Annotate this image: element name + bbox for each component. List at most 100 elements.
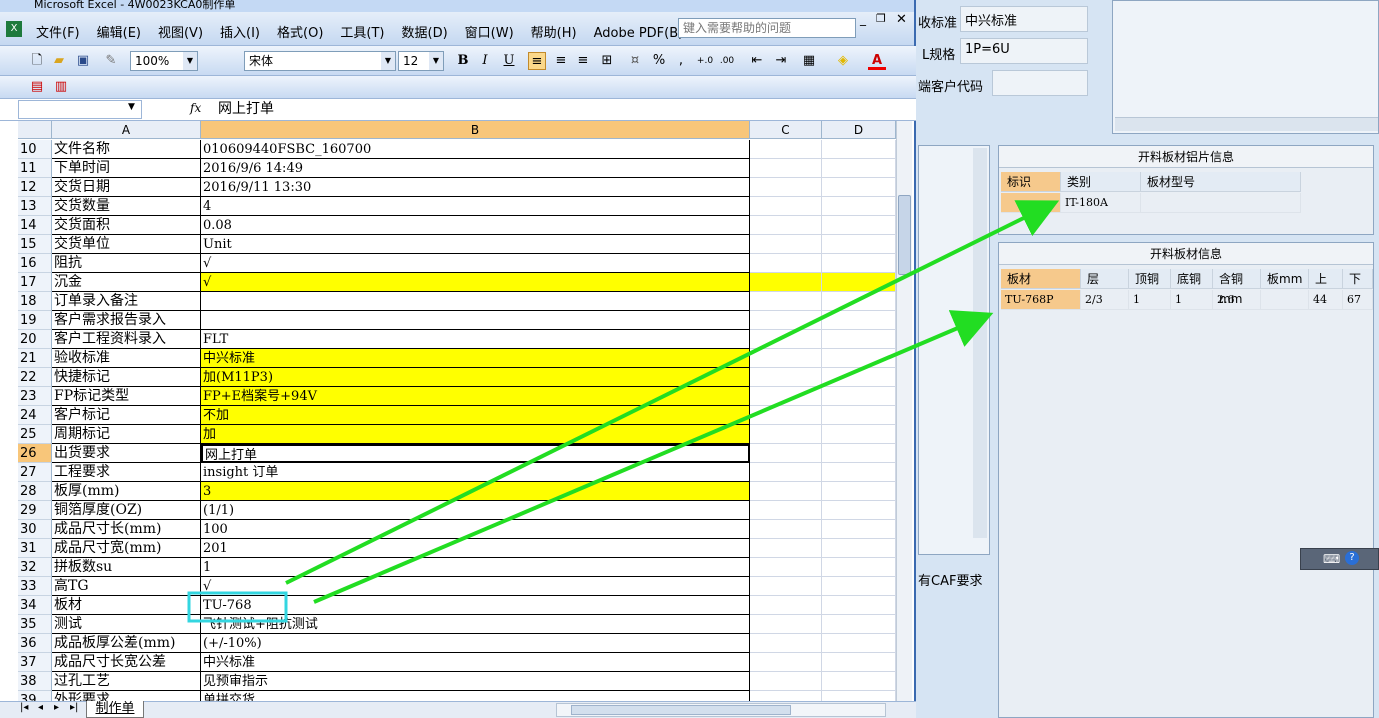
cell-c[interactable]	[750, 197, 822, 216]
row-value[interactable]: TU-768	[201, 596, 750, 615]
cell-c[interactable]	[750, 482, 822, 501]
board-cell-up[interactable]: 44	[1309, 290, 1343, 310]
foil-cell-type[interactable]: IT-180A	[1061, 193, 1141, 213]
select-all-corner[interactable]	[18, 121, 52, 139]
align-left-icon[interactable]: ≡	[528, 52, 546, 70]
cell-c[interactable]	[750, 349, 822, 368]
cell-d[interactable]	[822, 691, 896, 701]
menu-edit[interactable]: 编辑(E)	[97, 22, 141, 41]
minimize-icon[interactable]: _	[860, 12, 866, 26]
row-value[interactable]: 2016/9/11 13:30	[201, 178, 750, 197]
percent-button[interactable]: %	[650, 52, 668, 70]
cell-d[interactable]	[822, 311, 896, 330]
cell-c[interactable]	[750, 558, 822, 577]
row-number[interactable]: 13	[18, 197, 52, 216]
cell-c[interactable]	[750, 159, 822, 178]
row-label[interactable]: 沉金	[52, 273, 201, 292]
board-cell-down[interactable]: 67	[1343, 290, 1373, 310]
menu-insert[interactable]: 插入(I)	[220, 22, 260, 41]
row-number[interactable]: 35	[18, 615, 52, 634]
row-label[interactable]: 测试	[52, 615, 201, 634]
row-number[interactable]: 24	[18, 406, 52, 425]
cell-d[interactable]	[822, 406, 896, 425]
cell-d[interactable]	[822, 197, 896, 216]
row-label[interactable]: 客户工程资料录入	[52, 330, 201, 349]
row-value[interactable]	[201, 292, 750, 311]
cell-d[interactable]	[822, 444, 896, 463]
size-select[interactable]: 12 ▼	[398, 51, 444, 71]
board-cell-board[interactable]	[1261, 290, 1309, 310]
row-number[interactable]: 34	[18, 596, 52, 615]
row-number[interactable]: 37	[18, 653, 52, 672]
cell-d[interactable]	[822, 482, 896, 501]
row-number[interactable]: 31	[18, 539, 52, 558]
row-number[interactable]: 33	[18, 577, 52, 596]
row-value[interactable]: 网上打单	[201, 444, 750, 463]
cell-c[interactable]	[750, 292, 822, 311]
row-value[interactable]: 201	[201, 539, 750, 558]
row-label[interactable]: 成品板厚公差(mm)	[52, 634, 201, 653]
row-value[interactable]: 1	[201, 558, 750, 577]
row-value[interactable]	[201, 311, 750, 330]
row-label[interactable]: 阻抗	[52, 254, 201, 273]
cell-c[interactable]	[750, 311, 822, 330]
row-label[interactable]: 交货面积	[52, 216, 201, 235]
row-value[interactable]: insight 订单	[201, 463, 750, 482]
increase-indent-icon[interactable]: ⇥	[772, 52, 790, 70]
cell-c[interactable]	[750, 425, 822, 444]
cell-d[interactable]	[822, 463, 896, 482]
keyboard-icon[interactable]: ⌨	[1323, 552, 1340, 566]
row-value[interactable]: 中兴标准	[201, 653, 750, 672]
cell-c[interactable]	[750, 577, 822, 596]
menu-data[interactable]: 数据(D)	[402, 22, 448, 41]
language-bar[interactable]: ⌨ ?	[1300, 548, 1379, 570]
horizontal-scrollbar-excel[interactable]	[556, 703, 886, 717]
pdf-convert-icon[interactable]: ▤	[28, 78, 46, 96]
row-label[interactable]: 工程要求	[52, 463, 201, 482]
row-value[interactable]: √	[201, 254, 750, 273]
italic-button[interactable]: I	[476, 52, 494, 70]
row-label[interactable]: 交货单位	[52, 235, 201, 254]
row-value[interactable]: FLT	[201, 330, 750, 349]
row-value[interactable]: Unit	[201, 235, 750, 254]
row-value[interactable]: (+/-10%)	[201, 634, 750, 653]
formula-input[interactable]: 网上打单	[214, 99, 914, 120]
merge-center-icon[interactable]: ⊞	[598, 52, 616, 70]
menu-help[interactable]: 帮助(H)	[531, 22, 577, 41]
row-number[interactable]: 20	[18, 330, 52, 349]
decrease-decimal-icon[interactable]: .00	[718, 52, 736, 70]
cell-d[interactable]	[822, 273, 896, 292]
last-sheet-icon[interactable]: ▸|	[70, 702, 78, 713]
bold-button[interactable]: B	[454, 52, 472, 70]
row-label[interactable]: 成品尺寸长(mm)	[52, 520, 201, 539]
row-number[interactable]: 38	[18, 672, 52, 691]
board-cell-material[interactable]: TU-768P	[1001, 290, 1081, 310]
open-icon[interactable]: ▰	[50, 52, 68, 70]
row-number[interactable]: 23	[18, 387, 52, 406]
row-value[interactable]: 010609440FSBC_160700	[201, 140, 750, 159]
row-number[interactable]: 30	[18, 520, 52, 539]
vertical-scrollbar[interactable]	[896, 121, 912, 701]
row-value[interactable]: 0.08	[201, 216, 750, 235]
column-header-a[interactable]: A	[52, 121, 201, 139]
prev-sheet-icon[interactable]: ◂	[38, 702, 43, 713]
row-value[interactable]: 2016/9/6 14:49	[201, 159, 750, 178]
board-cell-with-copper[interactable]: 2.6	[1213, 290, 1261, 310]
cell-d[interactable]	[822, 596, 896, 615]
align-right-icon[interactable]: ≡	[574, 52, 592, 70]
row-number[interactable]: 21	[18, 349, 52, 368]
accept-std-field[interactable]: 中兴标准	[960, 6, 1088, 32]
cell-d[interactable]	[822, 159, 896, 178]
foil-cell-model[interactable]	[1141, 193, 1301, 213]
comma-button[interactable]: ,	[672, 52, 690, 70]
column-header-d[interactable]: D	[822, 121, 896, 139]
row-value[interactable]: 加	[201, 425, 750, 444]
spec-field[interactable]: 1P=6U	[960, 38, 1088, 64]
row-value[interactable]: 100	[201, 520, 750, 539]
cell-d[interactable]	[822, 140, 896, 159]
cell-d[interactable]	[822, 292, 896, 311]
row-number[interactable]: 36	[18, 634, 52, 653]
close-icon[interactable]: ✕	[896, 12, 907, 27]
row-number[interactable]: 10	[18, 140, 52, 159]
customer-code-field[interactable]	[992, 70, 1088, 96]
